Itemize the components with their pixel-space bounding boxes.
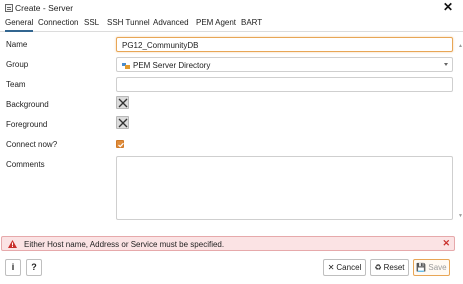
cancel-button-label: Cancel xyxy=(336,263,362,272)
checkmark-icon xyxy=(118,142,124,148)
dialog-title: Create - Server xyxy=(15,3,74,13)
x-cross-icon xyxy=(118,98,128,108)
name-label: Name xyxy=(6,40,28,49)
reset-button-label: Reset xyxy=(383,263,405,272)
close-icon: ✕ xyxy=(327,263,335,272)
tab-bar: General Connection SSL SSH Tunnel Advanc… xyxy=(0,16,463,32)
save-button-label: Save xyxy=(428,263,447,272)
form-scrollbar[interactable]: ▲ ▼ xyxy=(456,33,463,233)
scroll-up-icon[interactable]: ▲ xyxy=(458,43,463,49)
background-label: Background xyxy=(6,100,49,109)
error-close-icon[interactable]: ✕ xyxy=(442,238,450,249)
group-select[interactable]: PEM Server Directory xyxy=(116,57,453,72)
tab-advanced[interactable]: Advanced xyxy=(153,18,189,27)
comments-label: Comments xyxy=(6,160,45,169)
reset-button[interactable]: ♻ Reset xyxy=(370,259,409,276)
tab-bart[interactable]: BART xyxy=(241,18,262,27)
group-label: Group xyxy=(6,60,29,69)
save-button[interactable]: 💾 Save xyxy=(413,259,450,276)
error-message-bar: Either Host name, Address or Service mus… xyxy=(1,236,455,251)
scroll-down-icon[interactable]: ▼ xyxy=(458,213,463,219)
x-cross-icon xyxy=(118,118,128,128)
dialog-footer: i ? ✕ Cancel ♻ Reset 💾 Save xyxy=(0,254,463,284)
team-label: Team xyxy=(6,80,26,89)
error-message-text: Either Host name, Address or Service mus… xyxy=(24,240,225,249)
background-color-picker[interactable] xyxy=(116,96,129,109)
general-form: Name PG12_CommunityDB Group PEM Server D… xyxy=(0,33,458,233)
comments-textarea[interactable] xyxy=(116,156,453,220)
foreground-color-picker[interactable] xyxy=(116,116,129,129)
close-dialog-icon[interactable]: ✕ xyxy=(443,1,453,13)
team-input[interactable] xyxy=(116,77,453,92)
connect-now-label: Connect now? xyxy=(6,140,58,149)
name-input[interactable]: PG12_CommunityDB xyxy=(116,37,453,52)
floppy-disk-icon: 💾 xyxy=(416,263,427,272)
recycle-icon: ♻ xyxy=(374,263,382,272)
group-select-value: PEM Server Directory xyxy=(133,61,211,70)
help-button[interactable]: ? xyxy=(26,259,42,276)
info-button[interactable]: i xyxy=(5,259,21,276)
tab-general[interactable]: General xyxy=(5,18,34,32)
foreground-label: Foreground xyxy=(6,120,48,129)
server-dialog-icon xyxy=(5,4,13,12)
cancel-button[interactable]: ✕ Cancel xyxy=(323,259,366,276)
tab-ssl[interactable]: SSL xyxy=(84,18,99,27)
server-group-icon xyxy=(122,62,131,69)
dialog-title-bar: Create - Server ✕ xyxy=(0,0,463,16)
warning-triangle-icon xyxy=(8,240,17,248)
tab-ssh-tunnel[interactable]: SSH Tunnel xyxy=(107,18,150,27)
tab-pem-agent[interactable]: PEM Agent xyxy=(196,18,236,27)
tab-connection[interactable]: Connection xyxy=(38,18,78,27)
connect-now-checkbox[interactable] xyxy=(116,140,124,148)
chevron-down-icon xyxy=(444,63,448,66)
